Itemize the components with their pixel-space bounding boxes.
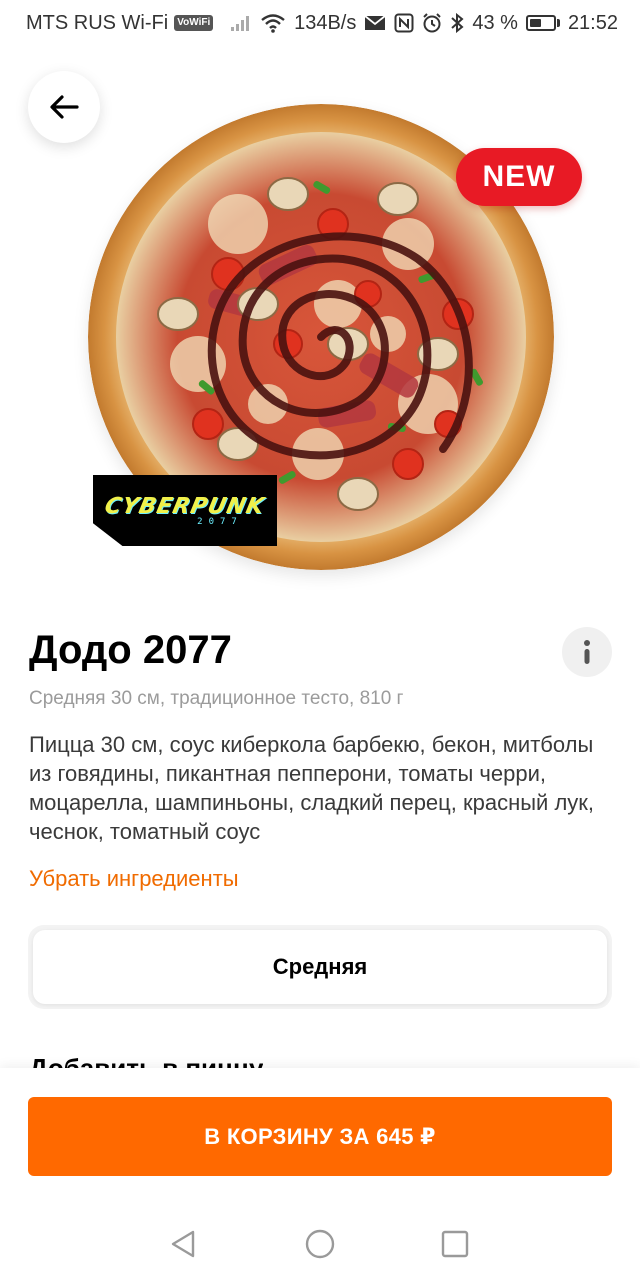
bluetooth-icon <box>450 13 464 33</box>
nav-recent-button[interactable] <box>435 1226 475 1262</box>
add-to-pizza-heading: Добавить в пиццу <box>29 1053 264 1069</box>
carrier-name: MTS RUS Wi-Fi <box>26 11 169 34</box>
size-selector: Средняя <box>28 925 612 1009</box>
arrow-left-icon <box>50 95 79 119</box>
square-recent-icon <box>441 1230 469 1258</box>
system-nav-bar <box>0 1210 640 1280</box>
triangle-back-icon <box>171 1230 195 1258</box>
info-button[interactable] <box>562 627 612 677</box>
alarm-icon <box>422 13 442 33</box>
network-speed: 134B/s <box>294 11 357 34</box>
size-option-medium[interactable]: Средняя <box>33 930 607 1004</box>
status-left: MTS RUS Wi-Fi VoWiFi <box>26 11 214 35</box>
product-subtitle: Средняя 30 см, традиционное тесто, 810 г <box>29 688 404 709</box>
add-to-cart-button[interactable]: В КОРЗИНУ ЗА 645 ₽ <box>28 1097 612 1176</box>
clock: 21:52 <box>567 11 618 34</box>
mail-icon <box>364 15 386 31</box>
status-right: 134B/s 43 % 21:52 <box>230 12 618 35</box>
signal-icon <box>230 14 252 32</box>
battery-icon <box>525 15 560 31</box>
nfc-icon <box>394 13 414 33</box>
back-button[interactable] <box>28 71 100 143</box>
product-description: Пицца 30 см, соус киберкола барбекю, бек… <box>29 732 595 844</box>
cyberpunk-logo: CYBERPUNK 2077 <box>93 475 277 546</box>
cyberpunk-logo-text: CYBERPUNK <box>102 494 268 519</box>
circle-home-icon <box>305 1229 335 1259</box>
info-icon <box>584 640 590 664</box>
battery-percent: 43 % <box>472 11 518 34</box>
vowifi-badge: VoWiFi <box>174 15 214 31</box>
nav-home-button[interactable] <box>300 1226 340 1262</box>
new-badge: NEW <box>456 148 582 206</box>
remove-ingredients-link[interactable]: Убрать ингредиенты <box>29 864 239 894</box>
product-hero: NEW CYBERPUNK 2077 <box>0 46 640 606</box>
wifi-icon <box>260 13 286 33</box>
bottom-panel: В КОРЗИНУ ЗА 645 ₽ <box>0 1068 640 1210</box>
status-bar: MTS RUS Wi-Fi VoWiFi 134B/s 43 % 21:52 <box>0 0 640 46</box>
product-title: Додо 2077 <box>29 628 232 672</box>
nav-back-button[interactable] <box>163 1226 203 1262</box>
